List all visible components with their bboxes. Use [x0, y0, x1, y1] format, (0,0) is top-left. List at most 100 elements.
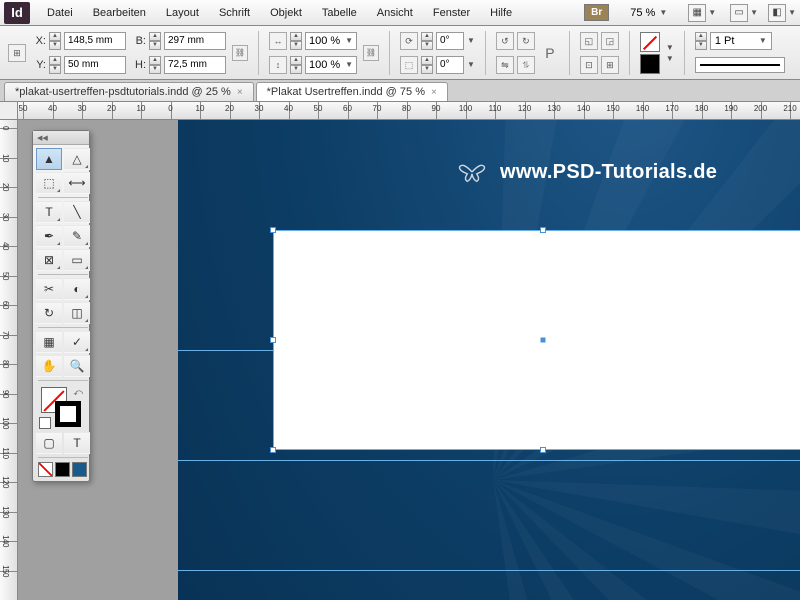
step-down[interactable]: ▼	[290, 65, 302, 74]
stroke-swatch[interactable]	[640, 54, 660, 74]
gradient-swatch-tool[interactable]: ▦	[36, 331, 62, 353]
width-input[interactable]: 297 mm	[164, 32, 226, 50]
menu-schrift[interactable]: Schrift	[210, 3, 259, 23]
direct-selection-tool[interactable]: △	[64, 148, 90, 170]
step-down[interactable]: ▼	[49, 41, 61, 50]
rotation-input[interactable]: 0°	[436, 32, 464, 50]
fit-frame-icon[interactable]: ⊞	[601, 56, 619, 74]
step-down[interactable]: ▼	[149, 65, 161, 74]
menu-layout[interactable]: Layout	[157, 3, 208, 23]
fill-swatch[interactable]	[640, 32, 660, 52]
rectangle-tool[interactable]: ▭	[64, 249, 90, 271]
view-mode-icon[interactable]: ▦	[688, 4, 706, 22]
shear-input[interactable]: 0°	[436, 56, 464, 74]
selected-frame[interactable]	[273, 230, 800, 450]
menu-datei[interactable]: Datei	[38, 3, 82, 23]
flip-v-icon[interactable]: ⥮	[517, 56, 535, 74]
collapse-icon[interactable]: ◀◀	[37, 134, 48, 142]
menu-bearbeiten[interactable]: Bearbeiten	[84, 3, 155, 23]
gap-tool[interactable]: ⟷	[64, 172, 90, 194]
step-up[interactable]: ▲	[421, 32, 433, 41]
constrain-scale-icon[interactable]: ⛓	[363, 45, 379, 61]
vertical-ruler[interactable]: 0102030405060708090100110120130140150	[0, 120, 18, 600]
formatting-container-icon[interactable]: ▢	[36, 432, 62, 454]
close-tab-icon[interactable]: ×	[431, 87, 437, 98]
eyedropper-tool[interactable]: ✓	[64, 331, 90, 353]
stroke-color[interactable]	[55, 401, 81, 427]
step-up[interactable]: ▲	[149, 32, 161, 41]
document-tab[interactable]: *plakat-usertreffen-psdtutorials.indd @ …	[4, 82, 254, 101]
type-tool[interactable]: T	[36, 201, 62, 223]
fit-content-icon[interactable]: ⊡	[580, 56, 598, 74]
swap-fill-stroke-icon[interactable]: ⤺	[73, 387, 83, 398]
pen-tool[interactable]: ✒	[36, 225, 62, 247]
step-up[interactable]: ▲	[290, 32, 302, 41]
stroke-weight-input[interactable]: 1 Pt▼	[710, 32, 772, 50]
menu-fenster[interactable]: Fenster	[424, 3, 479, 23]
close-tab-icon[interactable]: ×	[237, 87, 243, 98]
step-up[interactable]: ▲	[695, 32, 707, 41]
default-fill-stroke-icon[interactable]	[39, 417, 51, 429]
resize-handle[interactable]	[270, 227, 276, 233]
rectangle-frame-tool[interactable]: ⊠	[36, 249, 62, 271]
ruler-origin[interactable]	[0, 102, 18, 120]
x-position-input[interactable]: 148,5 mm	[64, 32, 126, 50]
step-down[interactable]: ▼	[421, 65, 433, 74]
flip-h-icon[interactable]: ⇋	[496, 56, 514, 74]
select-content-icon[interactable]: ◲	[601, 32, 619, 50]
step-up[interactable]: ▲	[49, 56, 61, 65]
chevron-down-icon[interactable]: ▼	[666, 43, 674, 52]
menu-hilfe[interactable]: Hilfe	[481, 3, 521, 23]
resize-handle[interactable]	[540, 447, 546, 453]
resize-handle[interactable]	[270, 447, 276, 453]
y-position-input[interactable]: 50 mm	[64, 56, 126, 74]
apply-gradient-icon[interactable]	[72, 462, 87, 477]
step-up[interactable]: ▲	[149, 56, 161, 65]
bridge-icon[interactable]: Br	[584, 4, 609, 21]
rotate-tool[interactable]: ↻	[36, 302, 62, 324]
step-down[interactable]: ▼	[421, 41, 433, 50]
selection-tool[interactable]: ▲	[36, 148, 62, 170]
step-down[interactable]: ▼	[695, 41, 707, 50]
menu-tabelle[interactable]: Tabelle	[313, 3, 366, 23]
menu-objekt[interactable]: Objekt	[261, 3, 311, 23]
line-tool[interactable]: ╲	[64, 201, 90, 223]
panel-header[interactable]: ◀◀	[33, 131, 89, 145]
scale-tool[interactable]: ◫	[64, 302, 90, 324]
fill-stroke-control[interactable]: ⤺	[37, 385, 89, 429]
constrain-link-icon[interactable]: ⛓	[232, 45, 248, 61]
apply-none-icon[interactable]	[38, 462, 53, 477]
rotate-cw-icon[interactable]: ↻	[517, 32, 535, 50]
stroke-style-combo[interactable]	[695, 57, 785, 73]
scissors-tool[interactable]: ✂	[36, 278, 62, 300]
step-up[interactable]: ▲	[49, 32, 61, 41]
horizontal-ruler[interactable]: 5040302010010203040506070809010011012013…	[18, 102, 800, 120]
free-transform-tool[interactable]: ◐	[64, 278, 90, 300]
zoom-tool[interactable]: 🔍	[64, 355, 90, 377]
zoom-level-combo[interactable]: 75 % ▼	[623, 4, 674, 22]
canvas[interactable]: www.PSD-Tutorials.de	[18, 120, 800, 600]
resize-handle[interactable]	[540, 227, 546, 233]
reference-point-icon[interactable]: ⊞	[8, 44, 26, 62]
tools-panel[interactable]: ◀◀ ▲ △ ⬚ ⟷ T ╲ ✒ ✎ ⊠ ▭ ✂ ◐ ↻ ◫ ▦ ✓ ✋ 🔍 ⤺…	[32, 130, 90, 482]
step-down[interactable]: ▼	[290, 41, 302, 50]
rotate-ccw-icon[interactable]: ↺	[496, 32, 514, 50]
hand-tool[interactable]: ✋	[36, 355, 62, 377]
step-up[interactable]: ▲	[421, 56, 433, 65]
screen-mode-icon[interactable]: ▭	[730, 4, 748, 22]
step-down[interactable]: ▼	[49, 65, 61, 74]
chevron-down-icon[interactable]: ▼	[666, 54, 674, 63]
pencil-tool[interactable]: ✎	[64, 225, 90, 247]
step-up[interactable]: ▲	[290, 56, 302, 65]
resize-handle[interactable]	[270, 337, 276, 343]
document-tab[interactable]: *Plakat Usertreffen.indd @ 75 % ×	[256, 82, 448, 101]
center-point[interactable]	[541, 338, 546, 343]
arrange-icon[interactable]: ◧	[768, 4, 786, 22]
page-tool[interactable]: ⬚	[36, 172, 62, 194]
scale-y-input[interactable]: 100 %▼	[305, 56, 357, 74]
formatting-text-icon[interactable]: T	[64, 432, 90, 454]
select-container-icon[interactable]: ◱	[580, 32, 598, 50]
step-down[interactable]: ▼	[149, 41, 161, 50]
height-input[interactable]: 72,5 mm	[164, 56, 226, 74]
menu-ansicht[interactable]: Ansicht	[368, 3, 422, 23]
